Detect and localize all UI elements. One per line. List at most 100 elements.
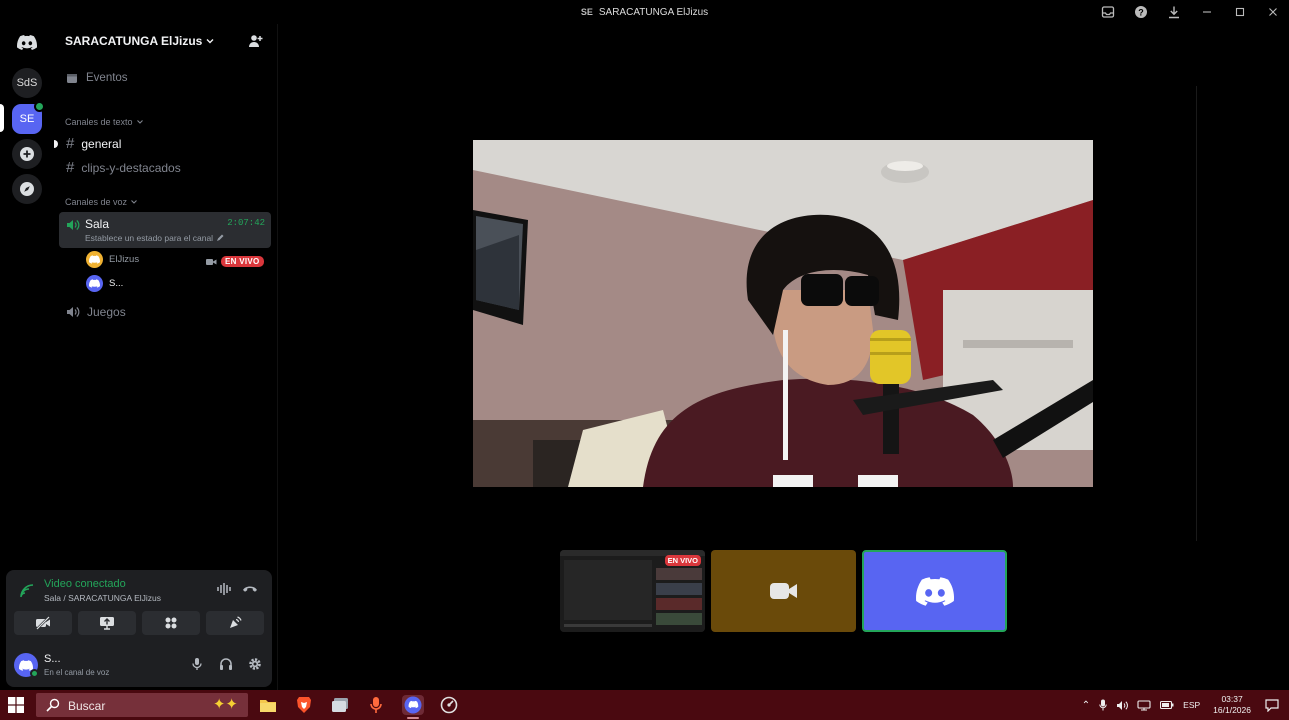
server-sds[interactable]: SdS bbox=[12, 68, 42, 98]
scrollbar-track[interactable] bbox=[1196, 86, 1197, 541]
noise-suppression-icon[interactable] bbox=[216, 582, 232, 596]
camera-icon bbox=[769, 583, 797, 599]
chevron-down-icon bbox=[131, 200, 137, 204]
microphone-app-icon[interactable] bbox=[365, 695, 387, 715]
speedometer-app-icon[interactable] bbox=[438, 695, 460, 715]
discord-logo-icon bbox=[89, 255, 100, 264]
taskbar-search[interactable]: Buscar ✦✦ bbox=[36, 693, 248, 717]
avatar bbox=[86, 251, 103, 268]
channel-clips-y-destacados[interactable]: # clips-y-destacados bbox=[66, 159, 181, 176]
chevron-up-icon[interactable]: ⌃ bbox=[1082, 700, 1090, 711]
invite-people-icon[interactable] bbox=[248, 34, 263, 48]
battery-icon[interactable] bbox=[1160, 700, 1174, 710]
copilot-sparkle-icon: ✦✦ bbox=[212, 696, 238, 713]
discord-taskbar-icon[interactable] bbox=[402, 695, 424, 719]
voice-category-label: Canales de voz bbox=[65, 197, 128, 207]
live-badge: EN VIVO bbox=[221, 256, 264, 267]
voice-channels-category[interactable]: Canales de voz bbox=[65, 197, 138, 207]
channel-general[interactable]: # general bbox=[54, 135, 122, 152]
member-name: ElJizus bbox=[109, 254, 140, 265]
activities-button[interactable] bbox=[142, 611, 200, 635]
pencil-icon bbox=[217, 234, 224, 241]
camera-toggle-button[interactable] bbox=[14, 611, 72, 635]
microphone-icon[interactable] bbox=[191, 657, 203, 671]
brave-browser-icon[interactable] bbox=[293, 695, 315, 715]
taskbar-clock[interactable]: 03:37 16/1/2026 bbox=[1213, 694, 1251, 716]
camera-user-thumb[interactable] bbox=[711, 550, 856, 632]
discord-logo-icon bbox=[915, 576, 954, 606]
gear-icon[interactable] bbox=[248, 657, 262, 671]
network-icon[interactable] bbox=[1137, 699, 1151, 711]
channel-name: clips-y-destacados bbox=[81, 160, 181, 175]
screen-share-button[interactable] bbox=[78, 611, 136, 635]
close-button[interactable] bbox=[1256, 0, 1289, 24]
call-stage: EN VIVO bbox=[278, 24, 1289, 690]
file-explorer-icon[interactable] bbox=[257, 695, 279, 715]
discover-compass-icon[interactable] bbox=[12, 174, 42, 204]
avatar bbox=[86, 275, 103, 292]
discord-logo-icon bbox=[89, 279, 100, 288]
channel-name: general bbox=[81, 136, 122, 151]
speaker-icon bbox=[67, 220, 80, 230]
language-indicator[interactable]: ESP bbox=[1183, 700, 1200, 710]
speaker-icon bbox=[67, 307, 80, 317]
connection-signal-icon[interactable] bbox=[20, 584, 34, 598]
headphones-icon[interactable] bbox=[219, 657, 233, 671]
voice-status-subtitle[interactable]: Sala / SARACATUNGA ElJizus bbox=[44, 593, 161, 603]
minimize-button[interactable] bbox=[1190, 0, 1223, 24]
calendar-icon bbox=[67, 74, 77, 83]
search-placeholder: Buscar bbox=[68, 699, 106, 713]
soundboard-icon bbox=[230, 616, 242, 628]
unread-indicator bbox=[54, 140, 58, 148]
events-item[interactable]: Eventos bbox=[66, 72, 128, 84]
discord-home-icon[interactable] bbox=[12, 27, 42, 57]
discord-user-thumb[interactable] bbox=[862, 550, 1007, 632]
set-channel-status[interactable]: Establece un estado para el canal bbox=[85, 233, 224, 243]
voice-member[interactable]: ElJizus bbox=[86, 251, 139, 268]
chevron-down-icon bbox=[136, 120, 143, 124]
download-icon[interactable] bbox=[1157, 0, 1190, 24]
server-se[interactable]: SE bbox=[12, 101, 45, 134]
disconnect-call-icon[interactable] bbox=[242, 582, 258, 596]
voice-member[interactable]: S... bbox=[86, 275, 123, 292]
add-server-icon[interactable] bbox=[12, 139, 42, 169]
server-title-icon: SE bbox=[580, 7, 593, 17]
member-name: S... bbox=[109, 278, 124, 289]
server-name: SARACATUNGA ElJizus bbox=[65, 34, 203, 48]
maximize-button[interactable] bbox=[1223, 0, 1256, 24]
camera-icon bbox=[206, 258, 217, 265]
channel-status-placeholder: Establece un estado para el canal bbox=[85, 233, 214, 243]
svg-text:?: ? bbox=[1138, 8, 1144, 18]
hashtag-icon: # bbox=[66, 159, 75, 176]
soundboard-button[interactable] bbox=[206, 611, 264, 635]
events-label: Eventos bbox=[86, 72, 128, 84]
main-video-feed[interactable] bbox=[473, 140, 1093, 487]
participant-thumbnails: EN VIVO bbox=[560, 550, 1007, 632]
windows-start-icon[interactable] bbox=[8, 697, 24, 713]
member-live-indicators: EN VIVO bbox=[206, 256, 264, 267]
search-icon bbox=[46, 698, 60, 712]
chevron-down-icon bbox=[206, 39, 214, 44]
text-channels-category[interactable]: Canales de texto bbox=[65, 117, 144, 127]
voice-channel-juegos[interactable]: Juegos bbox=[66, 305, 126, 319]
hashtag-icon: # bbox=[66, 135, 75, 152]
microphone-icon[interactable] bbox=[1099, 699, 1107, 711]
system-tray: ⌃ ESP 03:37 16/1/2026 bbox=[1082, 690, 1289, 720]
window-titlebar: SE SARACATUNGA ElJizus ? bbox=[0, 0, 1289, 24]
camera-off-icon bbox=[36, 616, 50, 630]
notifications-icon[interactable] bbox=[1265, 698, 1279, 712]
app-window-icon[interactable] bbox=[329, 695, 351, 715]
volume-icon[interactable] bbox=[1116, 700, 1129, 711]
help-icon[interactable]: ? bbox=[1124, 0, 1157, 24]
voice-channel-sala[interactable]: Sala 2:07:42 Establece un estado para el… bbox=[59, 212, 271, 248]
server-header[interactable]: SARACATUNGA ElJizus bbox=[54, 24, 277, 58]
clock-date: 16/1/2026 bbox=[1213, 705, 1251, 715]
user-name: S... bbox=[44, 653, 61, 665]
user-panel: S... En el canal de voz bbox=[14, 650, 264, 682]
live-badge: EN VIVO bbox=[664, 555, 701, 566]
stream-preview-thumb[interactable]: EN VIVO bbox=[560, 550, 705, 632]
window-title: SARACATUNGA ElJizus bbox=[598, 6, 709, 18]
voice-elapsed-time: 2:07:42 bbox=[227, 218, 265, 228]
text-category-label: Canales de texto bbox=[65, 117, 133, 127]
inbox-icon[interactable] bbox=[1091, 0, 1124, 24]
